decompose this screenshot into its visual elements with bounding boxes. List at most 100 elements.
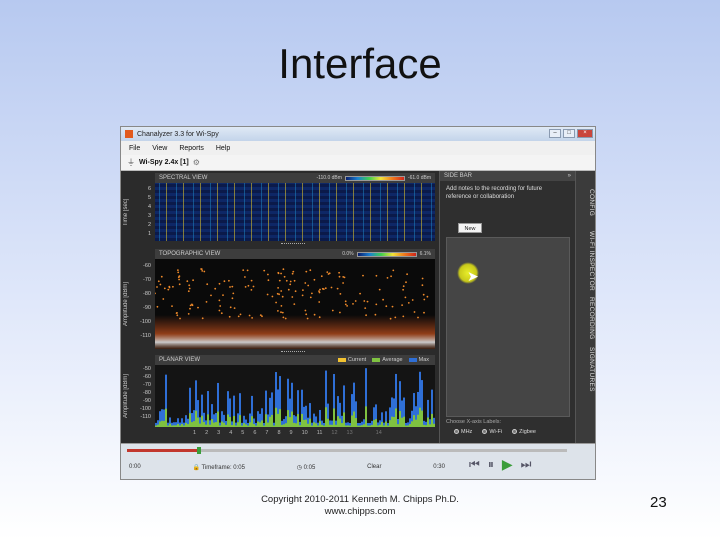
app-window: Chanalyzer 3.3 for Wi-Spy – □ × File Vie… bbox=[120, 126, 596, 480]
topo-dot bbox=[250, 289, 253, 291]
xaxis-option-mhz[interactable]: MHz bbox=[454, 429, 472, 435]
timeframe-control[interactable]: 🔒 Timeframe: 0:05 bbox=[192, 464, 245, 471]
legend-average[interactable]: Average bbox=[372, 357, 403, 363]
planar-average-bar bbox=[355, 418, 357, 427]
elapsed-time: ◷ 0:05 bbox=[296, 465, 316, 471]
xaxis-option-label: Wi-Fi bbox=[489, 429, 503, 435]
rewind-icon[interactable]: ⏮ bbox=[469, 457, 480, 472]
side-bar: SIDE BAR » Add notes to the recording fo… bbox=[439, 171, 575, 443]
timeline-progress bbox=[127, 449, 198, 452]
legend-swatch bbox=[372, 357, 381, 362]
collapse-icon[interactable]: » bbox=[568, 173, 571, 179]
topo-dot bbox=[187, 313, 190, 315]
planar-average-bar bbox=[417, 414, 419, 427]
tab-wifi-inspector[interactable]: WI-FI INSPECTOR bbox=[579, 231, 595, 291]
timeline-handle[interactable] bbox=[197, 447, 202, 454]
topo-dot bbox=[282, 316, 285, 319]
topo-dot bbox=[162, 298, 165, 300]
legend-max[interactable]: Max bbox=[408, 357, 429, 363]
play-icon[interactable]: ▶ bbox=[502, 456, 513, 473]
topo-dot bbox=[163, 287, 166, 290]
topo-dot bbox=[188, 287, 191, 290]
planar-average-bar bbox=[277, 413, 279, 427]
window-titlebar[interactable]: Chanalyzer 3.3 for Wi-Spy – □ × bbox=[121, 127, 595, 141]
topo-dot bbox=[318, 301, 321, 303]
planar-plot[interactable] bbox=[155, 365, 435, 427]
topo-dot bbox=[192, 279, 194, 282]
planar-tick: -50 bbox=[143, 366, 151, 372]
notes-area[interactable]: ➤ bbox=[446, 237, 570, 417]
maximize-button[interactable]: □ bbox=[563, 129, 575, 138]
topo-dot bbox=[339, 293, 342, 295]
planar-average-bar bbox=[365, 406, 367, 427]
spectral-colorbar[interactable] bbox=[344, 175, 405, 181]
topo-dot bbox=[218, 309, 221, 312]
planar-average-bar bbox=[391, 416, 393, 427]
topo-dot bbox=[304, 282, 307, 284]
topo-dot bbox=[320, 275, 323, 278]
topographic-tick: -100 bbox=[139, 319, 151, 325]
close-button[interactable]: × bbox=[577, 129, 593, 138]
new-note-button[interactable]: New bbox=[458, 223, 482, 233]
topo-dot bbox=[218, 282, 221, 285]
topo-dot bbox=[218, 299, 221, 302]
topo-dot bbox=[375, 303, 378, 306]
topographic-colorbar[interactable] bbox=[356, 251, 417, 257]
topo-dot bbox=[280, 305, 283, 307]
device-selector[interactable]: Wi-Spy 2.4x [1] bbox=[139, 159, 189, 166]
clear-button[interactable]: Clear bbox=[367, 464, 381, 471]
pause-icon[interactable]: ⏸ bbox=[488, 457, 494, 472]
topo-dot bbox=[391, 305, 394, 308]
topo-dot bbox=[277, 310, 279, 312]
planar-average-bar bbox=[333, 408, 335, 427]
channel-label: 11 bbox=[316, 430, 323, 436]
topographic-scale-min: 0.0% bbox=[342, 251, 354, 257]
xaxis-option-zigbee[interactable]: Zigbee bbox=[512, 429, 536, 435]
timeline-track[interactable] bbox=[127, 447, 567, 454]
topo-dot bbox=[354, 300, 357, 302]
menu-view[interactable]: View bbox=[152, 145, 167, 152]
topo-dot bbox=[168, 285, 171, 288]
tab-recording[interactable]: RECORDING bbox=[579, 297, 595, 339]
topo-dot bbox=[156, 286, 158, 288]
spectral-resize-handle[interactable] bbox=[281, 243, 305, 246]
topo-dot bbox=[277, 272, 280, 275]
topo-dot bbox=[203, 270, 206, 273]
minimize-button[interactable]: – bbox=[549, 129, 561, 138]
planar-average-bar bbox=[217, 411, 219, 427]
topo-dot bbox=[267, 279, 270, 282]
topo-dot bbox=[319, 288, 321, 291]
menu-reports[interactable]: Reports bbox=[179, 145, 204, 152]
website-text: www.chipps.com bbox=[324, 506, 396, 517]
topographic-resize-handle[interactable] bbox=[281, 351, 305, 354]
planar-average-bar bbox=[395, 408, 397, 427]
timeline-info: 0:00 🔒 Timeframe: 0:05 ◷ 0:05 Clear 0:30 bbox=[129, 464, 445, 471]
timeline-end: 0:30 bbox=[433, 464, 445, 470]
topo-dot bbox=[187, 290, 190, 293]
topo-dot bbox=[178, 275, 181, 277]
channel-label: 1 bbox=[193, 430, 197, 436]
menu-help[interactable]: Help bbox=[216, 145, 230, 152]
spectral-tick: 4 bbox=[147, 204, 151, 210]
tab-signatures[interactable]: SIGNATURES bbox=[579, 347, 595, 392]
topo-dot bbox=[231, 285, 234, 288]
topo-dot bbox=[220, 312, 223, 315]
topo-dot bbox=[263, 269, 266, 272]
planar-average-bar bbox=[413, 415, 415, 427]
spectral-plot[interactable] bbox=[155, 183, 435, 241]
topo-dot bbox=[282, 268, 285, 271]
menu-file[interactable]: File bbox=[129, 145, 140, 152]
legend-current[interactable]: Current bbox=[337, 357, 366, 363]
planar-average-bar bbox=[427, 417, 429, 427]
planar-spectrum-graphic bbox=[155, 368, 435, 427]
gear-icon[interactable]: ⚙ bbox=[193, 158, 200, 167]
topographic-plot[interactable] bbox=[154, 259, 435, 349]
xaxis-option-wifi[interactable]: Wi-Fi bbox=[482, 429, 502, 435]
tab-config[interactable]: CONFIG bbox=[579, 189, 595, 216]
topo-dot bbox=[307, 284, 310, 287]
fast-forward-icon[interactable]: ⏭ bbox=[521, 457, 532, 472]
spectral-tick: 3 bbox=[147, 213, 151, 219]
topo-dot bbox=[344, 300, 347, 303]
topo-dot bbox=[239, 313, 242, 316]
planar-average-bar bbox=[421, 410, 423, 427]
